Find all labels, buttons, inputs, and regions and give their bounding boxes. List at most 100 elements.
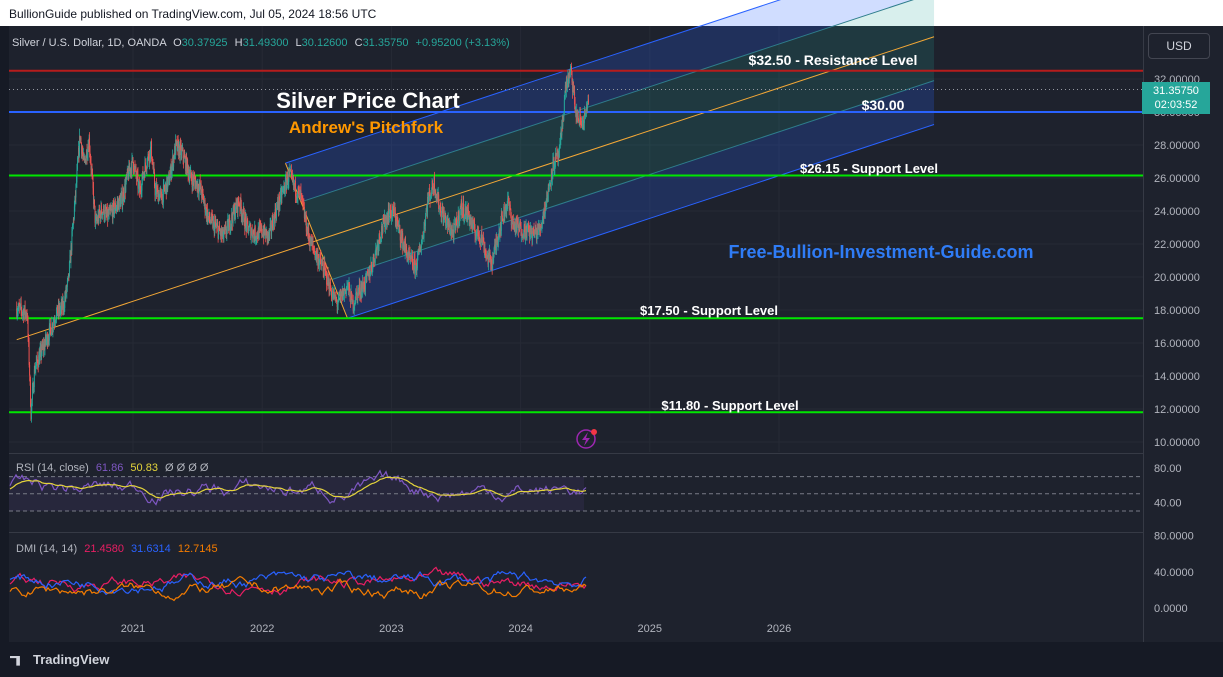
- candle-body: [71, 227, 73, 232]
- candle-body: [279, 190, 281, 202]
- candle-body: [104, 210, 106, 219]
- website-watermark[interactable]: Free-Bullion-Investment-Guide.com: [728, 242, 1033, 262]
- candle-body: [218, 229, 220, 239]
- rsi-tick-label: 40.00: [1154, 497, 1182, 509]
- time-tick-label: 2023: [379, 623, 403, 635]
- change-value: +0.95200 (+3.13%): [416, 37, 510, 49]
- candle-body: [85, 157, 87, 164]
- tradingview-wordmark: TradingView: [33, 652, 110, 667]
- dmi-tick-label: 0.0000: [1154, 603, 1188, 615]
- candle-body: [261, 225, 263, 235]
- candle-body: [570, 67, 571, 72]
- price-tick-label: 26.00000: [1154, 173, 1200, 185]
- candle-body: [493, 256, 495, 264]
- candle-body: [501, 215, 503, 219]
- candle-body: [160, 191, 162, 200]
- dmi-legend[interactable]: DMI (14, 14) 21.4580 31.6314 12.7145: [16, 543, 218, 555]
- candle-body: [312, 242, 314, 247]
- candle-body: [52, 322, 54, 327]
- candle-body: [425, 210, 427, 216]
- chart-canvas[interactable]: 32.0000030.0000028.0000026.0000024.00000…: [0, 0, 1223, 677]
- dmi-tick-label: 40.0000: [1154, 567, 1194, 579]
- high-label: H: [235, 37, 243, 49]
- candle-body: [388, 212, 390, 221]
- dmi-tick-label: 80.0000: [1154, 531, 1194, 543]
- high-value: 31.49300: [243, 37, 289, 49]
- support-1180-label[interactable]: $11.80 - Support Level: [661, 398, 798, 413]
- price-tick-label: 18.00000: [1154, 305, 1200, 317]
- candle-body: [425, 215, 426, 226]
- rsi-separator[interactable]: [9, 453, 1143, 454]
- time-tick-label: 2025: [638, 623, 662, 635]
- candle-body: [467, 209, 469, 216]
- candle-body: [80, 137, 82, 143]
- price-tick-label: 14.00000: [1154, 371, 1200, 383]
- candle-body: [464, 208, 466, 215]
- price-tick-label: 10.00000: [1154, 437, 1200, 449]
- candle-body: [356, 291, 358, 294]
- candle-body: [68, 261, 70, 277]
- candle-body: [29, 364, 31, 376]
- candle-body: [548, 185, 550, 191]
- candle-body: [94, 199, 95, 206]
- candle-body: [563, 100, 565, 113]
- tradingview-logo[interactable]: TradingView: [10, 652, 109, 667]
- candle-body: [113, 209, 115, 214]
- price-axis-ticks: 32.0000030.0000028.0000026.0000024.00000…: [1154, 74, 1200, 449]
- lightning-icon[interactable]: [576, 429, 597, 449]
- level-30-label[interactable]: $30.00: [862, 97, 905, 113]
- candle-body: [76, 169, 78, 183]
- candle-body: [169, 180, 171, 185]
- candle-body: [459, 207, 461, 216]
- price-tick-label: 16.00000: [1154, 338, 1200, 350]
- candle-body: [489, 251, 491, 256]
- price-tick-label: 12.00000: [1154, 404, 1200, 416]
- time-tick-label: 2026: [767, 623, 791, 635]
- symbol-legend[interactable]: Silver / U.S. Dollar, 1D, OANDA O30.3792…: [12, 37, 510, 49]
- rsi-label: RSI (14, close): [16, 462, 89, 474]
- candle-body: [76, 162, 78, 170]
- dmi-separator[interactable]: [9, 532, 1143, 533]
- candle-body: [295, 181, 296, 197]
- currency-button[interactable]: USD: [1148, 33, 1210, 59]
- price-tick-label: 20.00000: [1154, 272, 1200, 284]
- candle-body: [524, 225, 526, 238]
- dmi-minus-value: 31.6314: [131, 543, 171, 555]
- candle-body: [266, 229, 268, 231]
- dmi-plus-line: [9, 566, 587, 597]
- candle-body: [491, 259, 493, 267]
- resistance-label[interactable]: $32.50 - Resistance Level: [749, 52, 918, 68]
- price-tick-label: 22.00000: [1154, 239, 1200, 251]
- price-tick-label: 24.00000: [1154, 206, 1200, 218]
- candle-body: [326, 272, 328, 285]
- candle-body: [108, 209, 110, 216]
- candle-body: [155, 187, 156, 196]
- candle-body: [247, 220, 249, 226]
- candle-body: [571, 66, 572, 71]
- last-price-label: 31.35750 02:03:52: [1142, 82, 1210, 114]
- candle-body: [28, 341, 30, 365]
- candle-body: [438, 194, 440, 210]
- candle-body: [302, 198, 304, 204]
- rsi-tick-label: 80.00: [1154, 463, 1182, 475]
- candle-body: [77, 158, 79, 163]
- price-tick-label: 28.00000: [1154, 140, 1200, 152]
- support-2615-label[interactable]: $26.15 - Support Level: [800, 161, 938, 176]
- candle-body: [132, 157, 134, 163]
- candle-body: [463, 202, 465, 219]
- chart-title[interactable]: Silver Price Chart: [276, 88, 460, 113]
- tradingview-mark-icon: [10, 655, 20, 666]
- support-1750-label[interactable]: $17.50 - Support Level: [640, 303, 778, 318]
- chart-subtitle[interactable]: Andrew's Pitchfork: [289, 118, 444, 137]
- dmi-plus-value: 21.4580: [84, 543, 124, 555]
- candle-body: [189, 171, 191, 176]
- time-axis-ticks: 2021 2022 2023 2024 2025 2026: [121, 623, 791, 635]
- close-value: 31.35750: [363, 37, 409, 49]
- rsi-extras: Ø Ø Ø Ø: [165, 462, 209, 474]
- footer: [0, 642, 1223, 677]
- candle-body: [101, 205, 102, 214]
- candle-body: [228, 221, 230, 231]
- candle-body: [457, 219, 459, 228]
- rsi-legend[interactable]: RSI (14, close) 61.86 50.83 Ø Ø Ø Ø: [16, 462, 209, 474]
- last-price: 31.35750: [1153, 85, 1199, 97]
